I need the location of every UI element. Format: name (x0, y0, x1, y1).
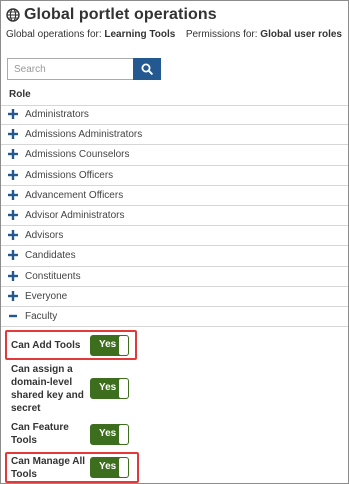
search-icon (141, 63, 153, 75)
context-row: Global operations for: Learning Tools Pe… (6, 29, 342, 43)
role-row-constituents[interactable]: Constituents (1, 267, 348, 287)
expand-plus-icon[interactable] (8, 250, 18, 261)
permission-toggle[interactable]: Yes (90, 457, 129, 478)
permission-can-manage-all-tools: Can Manage All Tools Yes (1, 452, 201, 483)
role-row-everyone[interactable]: Everyone (1, 287, 348, 307)
search-bar (7, 58, 161, 80)
role-label: Advisor Administrators (25, 209, 125, 221)
role-row-admissions-officers[interactable]: Admissions Officers (1, 166, 348, 186)
role-row-admissions-administrators[interactable]: Admissions Administrators (1, 125, 348, 146)
role-header-label: Role (9, 89, 31, 100)
toggle-knob (119, 379, 128, 398)
toggle-knob (119, 458, 128, 477)
page-title: Global portlet operations (24, 6, 217, 23)
toggle-value: Yes (99, 428, 117, 439)
permission-can-feature-tools: Can Feature Tools Yes (1, 420, 201, 450)
role-row-advancement-officers[interactable]: Advancement Officers (1, 186, 348, 206)
role-row-advisors[interactable]: Advisors (1, 226, 348, 247)
role-label: Advisors (25, 230, 64, 242)
permission-label: Can assign a domain-level shared key and… (11, 364, 84, 414)
role-label: Admissions Administrators (25, 129, 143, 141)
role-row-administrators[interactable]: Administrators (1, 105, 348, 126)
operations-prefix: Global operations for: (6, 29, 105, 40)
role-row-advisor-administrators[interactable]: Advisor Administrators (1, 206, 348, 227)
permission-toggle[interactable]: Yes (90, 424, 129, 445)
globe-icon (6, 8, 20, 22)
permission-toggle[interactable]: Yes (90, 335, 129, 356)
operations-value: Learning Tools (104, 29, 176, 40)
role-label: Everyone (25, 290, 68, 302)
role-label: Constituents (25, 270, 81, 282)
portlet-frame: Global portlet operations Global operati… (0, 0, 349, 484)
expand-plus-icon[interactable] (8, 290, 18, 301)
role-column-header: Role (1, 85, 348, 106)
expand-plus-icon[interactable] (8, 149, 18, 160)
role-label: Administrators (25, 109, 89, 120)
role-label: Faculty (25, 310, 58, 322)
role-label: Advancement Officers (25, 189, 124, 201)
permission-label: Can Add Tools (11, 340, 81, 351)
permissions-value: Global user roles (260, 29, 342, 40)
role-row-candidates[interactable]: Candidates (1, 246, 348, 267)
toggle-value: Yes (99, 461, 117, 472)
permissions-prefix: Permissions for: (185, 29, 261, 40)
toggle-value: Yes (99, 339, 117, 350)
permission-assign-shared-key: Can assign a domain-level shared key and… (1, 363, 201, 417)
role-label: Admissions Officers (25, 169, 114, 181)
role-label: Candidates (25, 250, 76, 262)
permissions-context: Permissions for: Global user roles (186, 29, 342, 40)
expand-plus-icon[interactable] (8, 109, 18, 119)
expand-plus-icon[interactable] (8, 169, 18, 180)
permission-label: Can Manage All Tools (11, 456, 86, 480)
search-button[interactable] (133, 58, 161, 80)
expand-plus-icon[interactable] (8, 209, 18, 220)
expand-plus-icon[interactable] (8, 230, 18, 241)
toggle-value: Yes (99, 382, 117, 393)
permission-toggle[interactable]: Yes (90, 378, 129, 399)
role-label: Admissions Counselors (25, 149, 130, 161)
collapse-minus-icon[interactable] (8, 311, 18, 321)
permission-can-add-tools: Can Add Tools Yes (1, 330, 201, 360)
role-row-faculty[interactable]: Faculty (1, 307, 348, 328)
expand-plus-icon[interactable] (8, 189, 18, 200)
role-list: Administrators Admissions Administrators… (1, 105, 348, 328)
title-row: Global portlet operations (6, 4, 217, 26)
operations-context: Global operations for: Learning Tools (6, 29, 175, 40)
expand-plus-icon[interactable] (8, 270, 18, 281)
toggle-knob (119, 425, 128, 444)
toggle-knob (119, 336, 128, 355)
permission-label: Can Feature Tools (11, 422, 69, 446)
expand-plus-icon[interactable] (8, 129, 18, 140)
search-input[interactable] (7, 58, 133, 80)
role-row-admissions-counselors[interactable]: Admissions Counselors (1, 145, 348, 166)
